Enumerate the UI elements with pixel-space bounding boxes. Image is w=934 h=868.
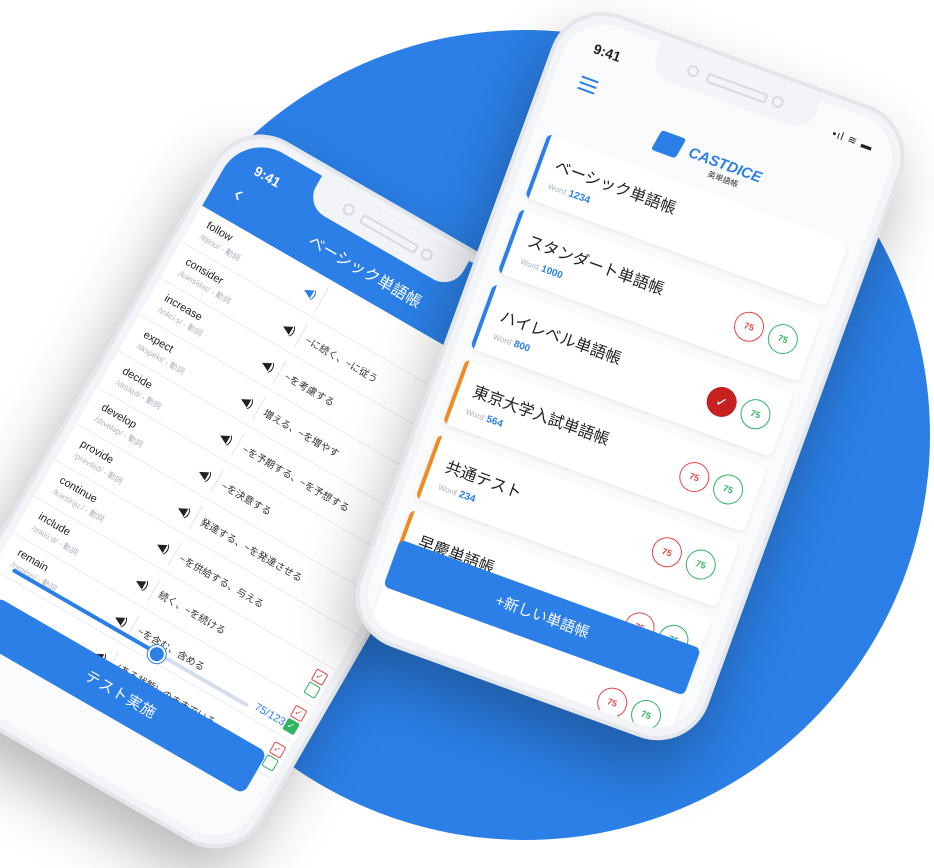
word-prefix: Word [464, 407, 486, 423]
word-count-value: 234 [457, 489, 477, 506]
check-boxes [327, 641, 346, 652]
camera-icon [340, 201, 357, 218]
word-prefix: Word [437, 482, 458, 498]
word-count-value: 800 [512, 338, 532, 355]
progress-ring-green: 75 [736, 395, 775, 434]
badge-check-icon: ✓ [702, 382, 741, 422]
progress-ring-green: 75 [763, 319, 803, 359]
progress-ring-green: 75 [681, 545, 720, 584]
score-rings: ✓ 75 [702, 382, 775, 434]
progress-ring-red: 75 [592, 683, 632, 722]
progress-ring-red: 75 [729, 307, 769, 346]
progress-ring-green: 75 [708, 470, 748, 509]
progress-ring-green: 75 [626, 695, 666, 735]
progress-ring-red: 75 [647, 533, 687, 572]
camera-icon [685, 63, 701, 79]
word-prefix: Word [491, 332, 513, 348]
status-time: 9:41 [251, 162, 284, 191]
word-count-value: 1000 [539, 263, 565, 282]
menu-icon[interactable] [576, 75, 599, 98]
progress-ring-red: 75 [675, 457, 714, 497]
score-rings: 7575 [647, 533, 720, 584]
word-prefix: Word [546, 181, 568, 197]
word-count-value: 1234 [566, 188, 592, 207]
score-rings: 7575 [675, 457, 748, 509]
status-icons: •ıl ≋ ▬ [830, 127, 875, 154]
word-count-value: 564 [484, 413, 505, 430]
word-prefix: Word [519, 256, 541, 272]
book-title: ハイレベル単語帳 [497, 308, 624, 369]
status-time: 9:41 [591, 40, 624, 66]
sensor-icon [769, 94, 786, 110]
score-rings: 7575 [729, 307, 803, 359]
sensor-icon [418, 246, 435, 263]
